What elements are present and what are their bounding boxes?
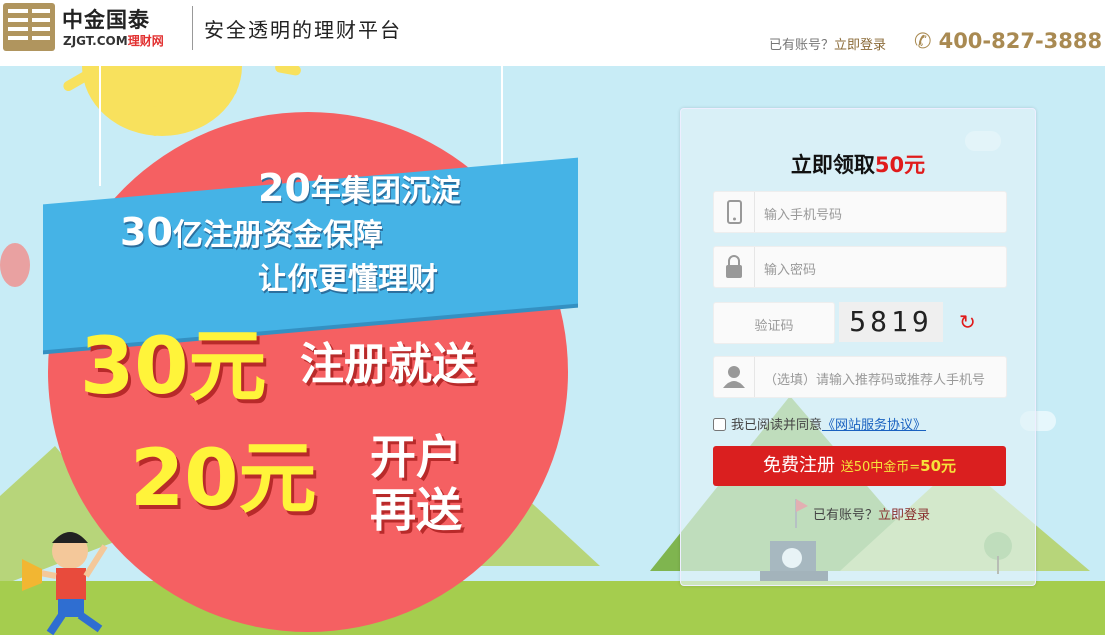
register-button[interactable]: 免费注册 送50中金币=50元 bbox=[713, 446, 1006, 486]
promo-banner: 20年集团沉淀 30亿注册资金保障 让你更懂理财 30元 注册就送 20元 开户… bbox=[0, 66, 1105, 635]
agreement-link[interactable]: 《网站服务协议》 bbox=[822, 418, 926, 433]
register-panel: 立即领取50元 输入手机号码 输入密码 验证码 5819 ↻ （选填）请输入推荐… bbox=[680, 108, 1036, 586]
promo-amount-30: 30元 bbox=[80, 322, 267, 412]
refresh-icon[interactable]: ↻ bbox=[959, 311, 981, 333]
logo-subtitle: ZJGT.COM理财网 bbox=[63, 34, 164, 48]
header-login: 已有账号？立即登录 bbox=[769, 38, 887, 53]
hotline: ✆ 400-827-3888 bbox=[914, 29, 1102, 53]
captcha-field[interactable]: 验证码 bbox=[713, 302, 835, 344]
panel-login: 已有账号？立即登录 bbox=[813, 508, 931, 523]
ribbon-line-1: 20年集团沉淀 bbox=[258, 166, 461, 210]
agree-checkbox[interactable] bbox=[713, 418, 726, 431]
phone-field[interactable]: 输入手机号码 bbox=[713, 191, 1007, 233]
captcha-placeholder: 验证码 bbox=[754, 319, 794, 334]
promo-text-register: 注册就送 bbox=[300, 339, 476, 390]
panel-login-link[interactable]: 立即登录 bbox=[878, 508, 930, 523]
header-divider bbox=[192, 6, 193, 50]
ribbon-line-2: 30亿注册资金保障 bbox=[120, 210, 383, 254]
rope-right bbox=[501, 66, 503, 170]
captcha-image[interactable]: 5819 bbox=[839, 302, 943, 342]
lock-icon bbox=[714, 247, 755, 287]
phone-placeholder: 输入手机号码 bbox=[764, 208, 843, 223]
referrer-field[interactable]: （选填）请输入推荐码或推荐人手机号 bbox=[713, 356, 1007, 398]
header-login-link[interactable]: 立即登录 bbox=[834, 38, 886, 53]
agreement: 我已阅读并同意《网站服务协议》 bbox=[713, 414, 926, 433]
password-placeholder: 输入密码 bbox=[764, 263, 817, 278]
mobile-icon bbox=[714, 192, 755, 232]
phone-icon: ✆ bbox=[914, 29, 932, 53]
promo-text-again: 再送 bbox=[370, 483, 462, 537]
rope-left bbox=[99, 66, 101, 186]
header: 中金国泰 ZJGT.COM理财网 安全透明的理财平台 已有账号？立即登录 ✆ 4… bbox=[0, 0, 1105, 66]
logo-title[interactable]: 中金国泰 bbox=[62, 4, 150, 34]
slogan: 安全透明的理财平台 bbox=[204, 18, 402, 42]
hotline-number: 400-827-3888 bbox=[938, 29, 1103, 53]
password-field[interactable]: 输入密码 bbox=[713, 246, 1007, 288]
promo-amount-20: 20元 bbox=[130, 434, 317, 524]
logo-icon[interactable] bbox=[3, 3, 55, 51]
register-title: 立即领取50元 bbox=[790, 153, 926, 177]
cartoon-boy-illustration bbox=[22, 532, 108, 635]
ribbon-line-3: 让你更懂理财 bbox=[258, 262, 438, 297]
user-icon bbox=[714, 357, 755, 397]
referrer-placeholder: （选填）请输入推荐码或推荐人手机号 bbox=[764, 373, 986, 388]
